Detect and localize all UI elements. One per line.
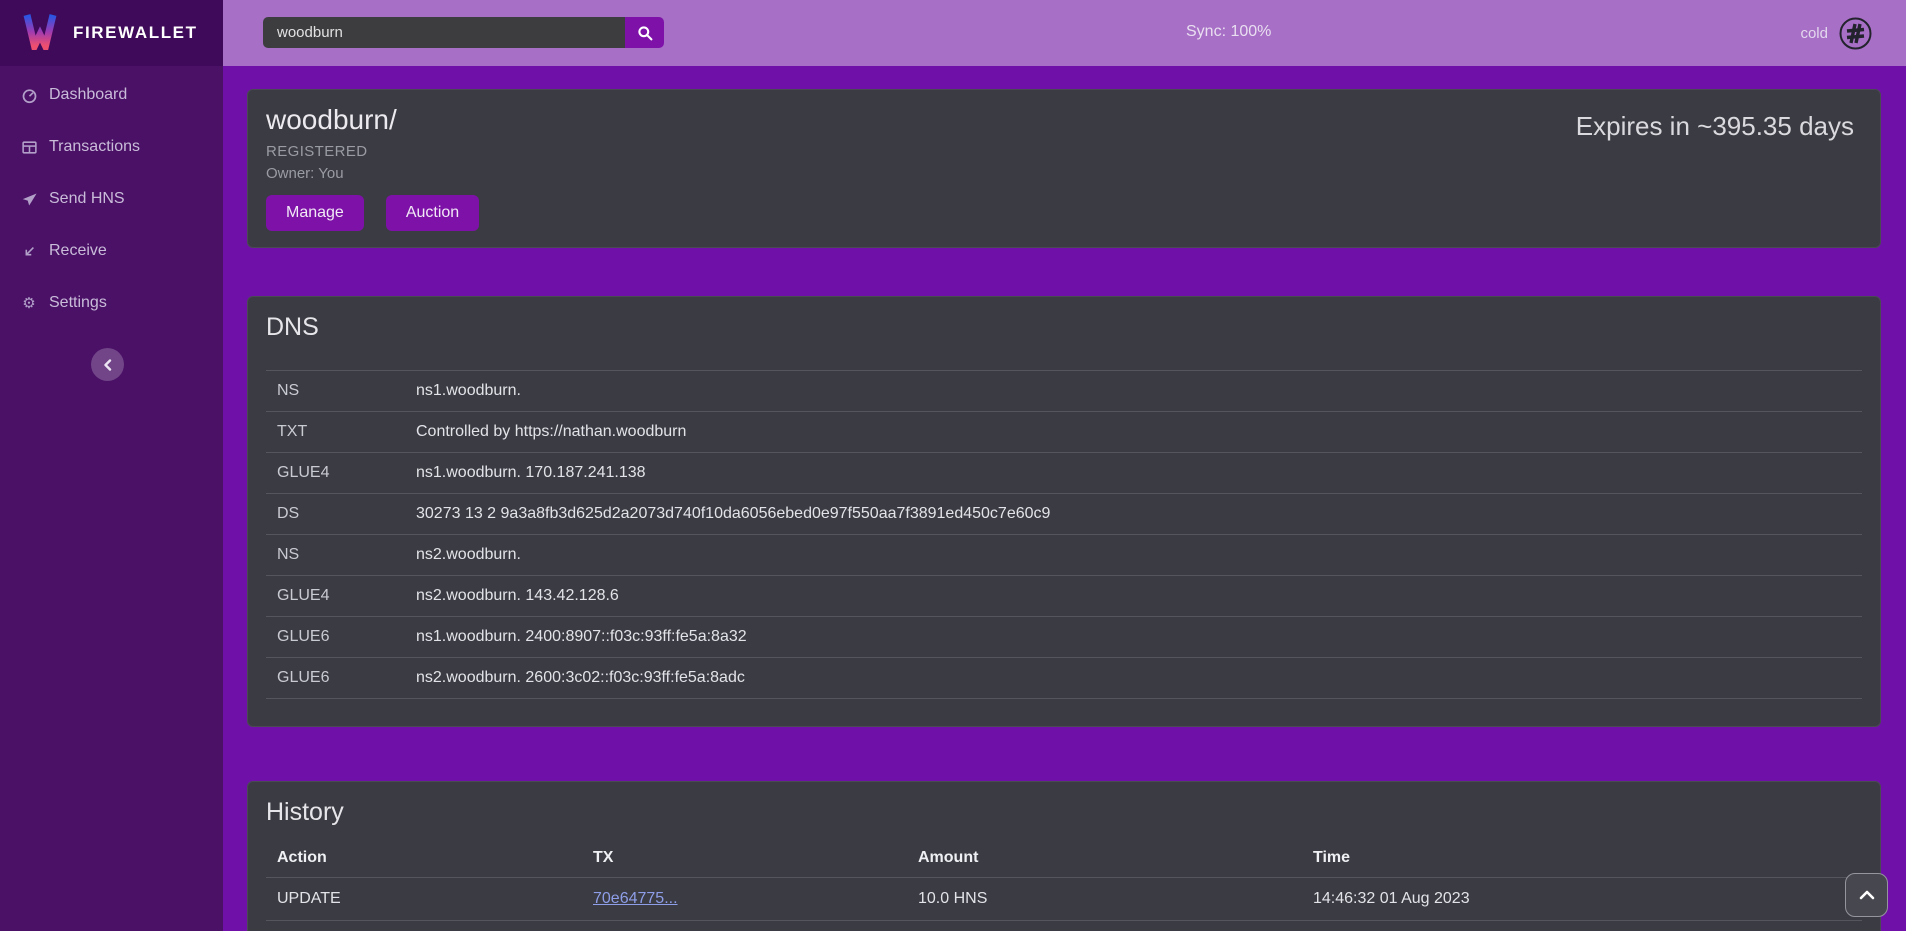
dns-record-value: Controlled by https://nathan.woodburn [416, 412, 1862, 453]
domain-owner: Owner: You [266, 165, 1862, 182]
sidebar-item-dashboard[interactable]: Dashboard [0, 69, 223, 121]
wallet-name: cold [1800, 25, 1828, 42]
search-icon [637, 25, 653, 41]
topbar: Sync: 100% cold [223, 0, 1906, 66]
main-content: woodburn/ REGISTERED Owner: You Manage A… [223, 66, 1906, 931]
wallet-selector[interactable]: cold [1800, 0, 1872, 66]
chevron-up-icon [1859, 890, 1875, 900]
receive-arrow-icon [20, 242, 38, 260]
auction-button[interactable]: Auction [386, 195, 479, 231]
paper-plane-icon [20, 190, 38, 208]
history-card: History Action TX Amount Time UPDATE 70e… [247, 781, 1881, 931]
dns-record-row: GLUE4 ns2.woodburn. 143.42.128.6 [266, 576, 1862, 617]
firewallet-logo-icon [23, 12, 57, 55]
dns-record-type: DS [266, 494, 416, 535]
dns-record-type: GLUE6 [266, 617, 416, 658]
history-col-action: Action [266, 839, 582, 877]
sidebar: FIREWALLET Dashboard Transactions [0, 0, 223, 931]
history-amount: 10.0 HNS [907, 877, 1302, 920]
sidebar-item-label: Settings [49, 294, 107, 312]
sidebar-item-transactions[interactable]: Transactions [0, 121, 223, 173]
scroll-to-top-button[interactable] [1845, 873, 1888, 917]
dns-record-value: ns1.woodburn. [416, 371, 1862, 412]
sidebar-item-label: Dashboard [49, 86, 127, 104]
history-row: UPDATE 70e64775... 10.0 HNS 14:46:32 01 … [266, 877, 1862, 920]
handshake-logo-icon [1839, 17, 1872, 50]
dns-record-value: ns2.woodburn. [416, 535, 1862, 576]
history-title: History [266, 798, 1862, 827]
dns-record-type: GLUE6 [266, 658, 416, 699]
dns-record-row: GLUE6 ns2.woodburn. 2600:3c02::f03c:93ff… [266, 658, 1862, 699]
dns-record-type: NS [266, 535, 416, 576]
sync-status: Sync: 100% [1186, 23, 1271, 41]
dns-card: DNS NS ns1.woodburn. TXT Controlled by h… [247, 296, 1881, 727]
history-col-time: Time [1302, 839, 1862, 877]
sidebar-collapse-button[interactable] [91, 348, 124, 381]
gear-icon: ⚙ [20, 294, 38, 312]
sidebar-item-label: Receive [49, 242, 107, 260]
history-col-tx: TX [582, 839, 907, 877]
history-time: 15:47:36 07 Feb 2023 [1302, 920, 1862, 931]
dns-record-type: NS [266, 371, 416, 412]
tx-link[interactable]: 70e64775... [593, 890, 678, 907]
sidebar-item-label: Transactions [49, 138, 140, 156]
dns-table: NS ns1.woodburn. TXT Controlled by https… [266, 370, 1862, 699]
dns-record-row: GLUE6 ns1.woodburn. 2400:8907::f03c:93ff… [266, 617, 1862, 658]
dns-record-row: GLUE4 ns1.woodburn. 170.187.241.138 [266, 453, 1862, 494]
sidebar-nav: Dashboard Transactions Send HNS [0, 69, 223, 329]
manage-button[interactable]: Manage [266, 195, 364, 231]
dns-record-value: ns2.woodburn. 143.42.128.6 [416, 576, 1862, 617]
dns-record-row: DS 30273 13 2 9a3a8fb3d625d2a2073d740f10… [266, 494, 1862, 535]
sidebar-item-send-hns[interactable]: Send HNS [0, 173, 223, 225]
dns-record-value: 30273 13 2 9a3a8fb3d625d2a2073d740f10da6… [416, 494, 1862, 535]
domain-expiry: Expires in ~395.35 days [1576, 111, 1854, 142]
domain-actions: Manage Auction [266, 195, 1862, 231]
chevron-left-icon [102, 359, 114, 371]
domain-status: REGISTERED [266, 143, 1862, 160]
dns-record-type: GLUE4 [266, 576, 416, 617]
app-title: FIREWALLET [73, 23, 198, 43]
dns-record-value: ns1.woodburn. 2400:8907::f03c:93ff:fe5a:… [416, 617, 1862, 658]
history-col-amount: Amount [907, 839, 1302, 877]
dns-record-value: ns2.woodburn. 2600:3c02::f03c:93ff:fe5a:… [416, 658, 1862, 699]
history-action: RENEW [266, 920, 582, 931]
history-amount: 10.0 HNS [907, 920, 1302, 931]
search-bar [263, 17, 664, 48]
history-table: Action TX Amount Time UPDATE 70e64775...… [266, 839, 1862, 931]
history-row: RENEW d73e3ef... 10.0 HNS 15:47:36 07 Fe… [266, 920, 1862, 931]
dns-record-value: ns1.woodburn. 170.187.241.138 [416, 453, 1862, 494]
table-icon [20, 138, 38, 156]
sidebar-item-receive[interactable]: Receive [0, 225, 223, 277]
history-time: 14:46:32 01 Aug 2023 [1302, 877, 1862, 920]
dns-title: DNS [266, 313, 1862, 342]
domain-card: woodburn/ REGISTERED Owner: You Manage A… [247, 89, 1881, 248]
sidebar-item-settings[interactable]: ⚙ Settings [0, 277, 223, 329]
dns-record-row: TXT Controlled by https://nathan.woodbur… [266, 412, 1862, 453]
history-action: UPDATE [266, 877, 582, 920]
gauge-icon [20, 86, 38, 104]
dns-record-row: NS ns2.woodburn. [266, 535, 1862, 576]
sidebar-item-label: Send HNS [49, 190, 125, 208]
dns-record-type: TXT [266, 412, 416, 453]
search-input[interactable] [263, 17, 625, 48]
history-header-row: Action TX Amount Time [266, 839, 1862, 877]
search-button[interactable] [625, 17, 664, 48]
dns-record-type: GLUE4 [266, 453, 416, 494]
dns-record-row: NS ns1.woodburn. [266, 371, 1862, 412]
sidebar-header: FIREWALLET [0, 0, 223, 66]
